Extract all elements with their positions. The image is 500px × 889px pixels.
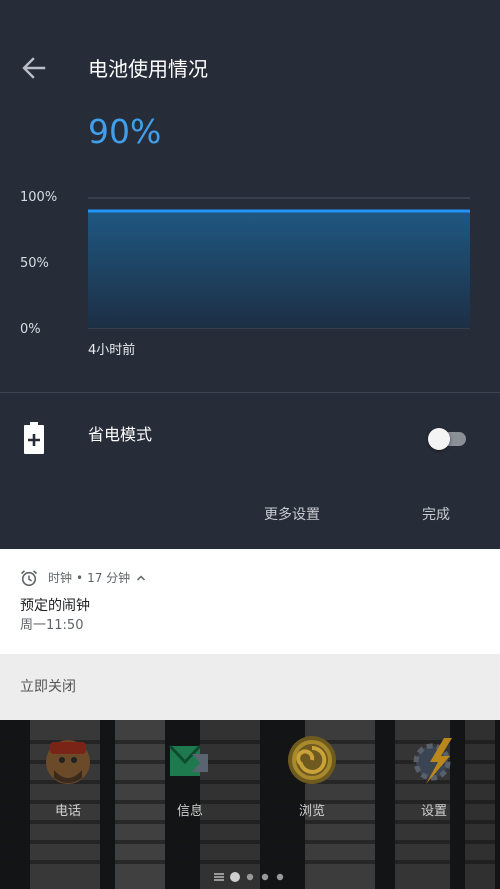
y-tick-label-50: 50%	[20, 256, 49, 271]
y-tick-label-0: 0%	[20, 322, 41, 337]
phone-app-icon	[46, 740, 90, 784]
browser-app-icon	[288, 736, 336, 784]
dock-app-label: 设置	[420, 804, 447, 819]
battery-history-chart	[88, 197, 470, 329]
notification-time: 周一11:50	[20, 618, 84, 633]
section-divider	[0, 392, 500, 393]
home-dock: 电话 信息 浏览 设置	[0, 720, 500, 889]
battery-level-area	[88, 211, 470, 328]
dock-app-label: 浏览	[298, 804, 325, 819]
battery-saver-label: 省电模式	[88, 425, 153, 444]
notification-title: 预定的闹钟	[20, 598, 90, 614]
battery-charging-icon	[24, 422, 44, 454]
dock-app-settings[interactable]: 设置	[394, 732, 474, 832]
dismiss-now-button[interactable]: 立即关闭	[20, 678, 76, 696]
dock-app-label: 信息	[176, 804, 203, 819]
dock-app-browser[interactable]: 浏览	[272, 732, 352, 832]
home-page-indicator[interactable]	[0, 870, 500, 884]
notification-header: 时钟 • 17 分钟	[20, 569, 146, 587]
notification-app-name: 时钟	[48, 571, 73, 585]
more-settings-button[interactable]: 更多设置	[264, 505, 320, 525]
settings-app-icon	[413, 738, 452, 784]
battery-usage-panel: 电池使用情况 90% 100% 50% 0% 4小时前 省电模式 更多设置 完成	[0, 0, 500, 549]
done-button[interactable]: 完成	[422, 505, 450, 525]
notification-action-bar: 立即关闭	[0, 654, 500, 720]
y-tick-label-100: 100%	[20, 190, 58, 205]
notification-age: 17 分钟	[87, 571, 131, 585]
messages-app-icon	[168, 744, 208, 776]
page-dot	[276, 873, 284, 881]
page-dot	[246, 873, 254, 881]
page-dot-active	[230, 872, 240, 882]
dock-app-messages[interactable]: 信息	[150, 732, 230, 832]
toggle-knob	[428, 428, 450, 450]
menu-lines-icon	[214, 873, 224, 881]
page-dot	[261, 873, 269, 881]
dock-app-label: 电话	[54, 804, 81, 819]
alarm-notification[interactable]: 时钟 • 17 分钟 预定的闹钟 周一11:50	[0, 549, 500, 654]
dock-app-phone[interactable]: 电话	[28, 732, 108, 832]
notification-separator: •	[76, 571, 84, 585]
battery-saver-toggle[interactable]	[428, 428, 468, 450]
chevron-up-icon[interactable]	[136, 573, 146, 583]
alarm-clock-icon	[20, 570, 38, 587]
x-tick-label-start: 4小时前	[88, 343, 136, 358]
